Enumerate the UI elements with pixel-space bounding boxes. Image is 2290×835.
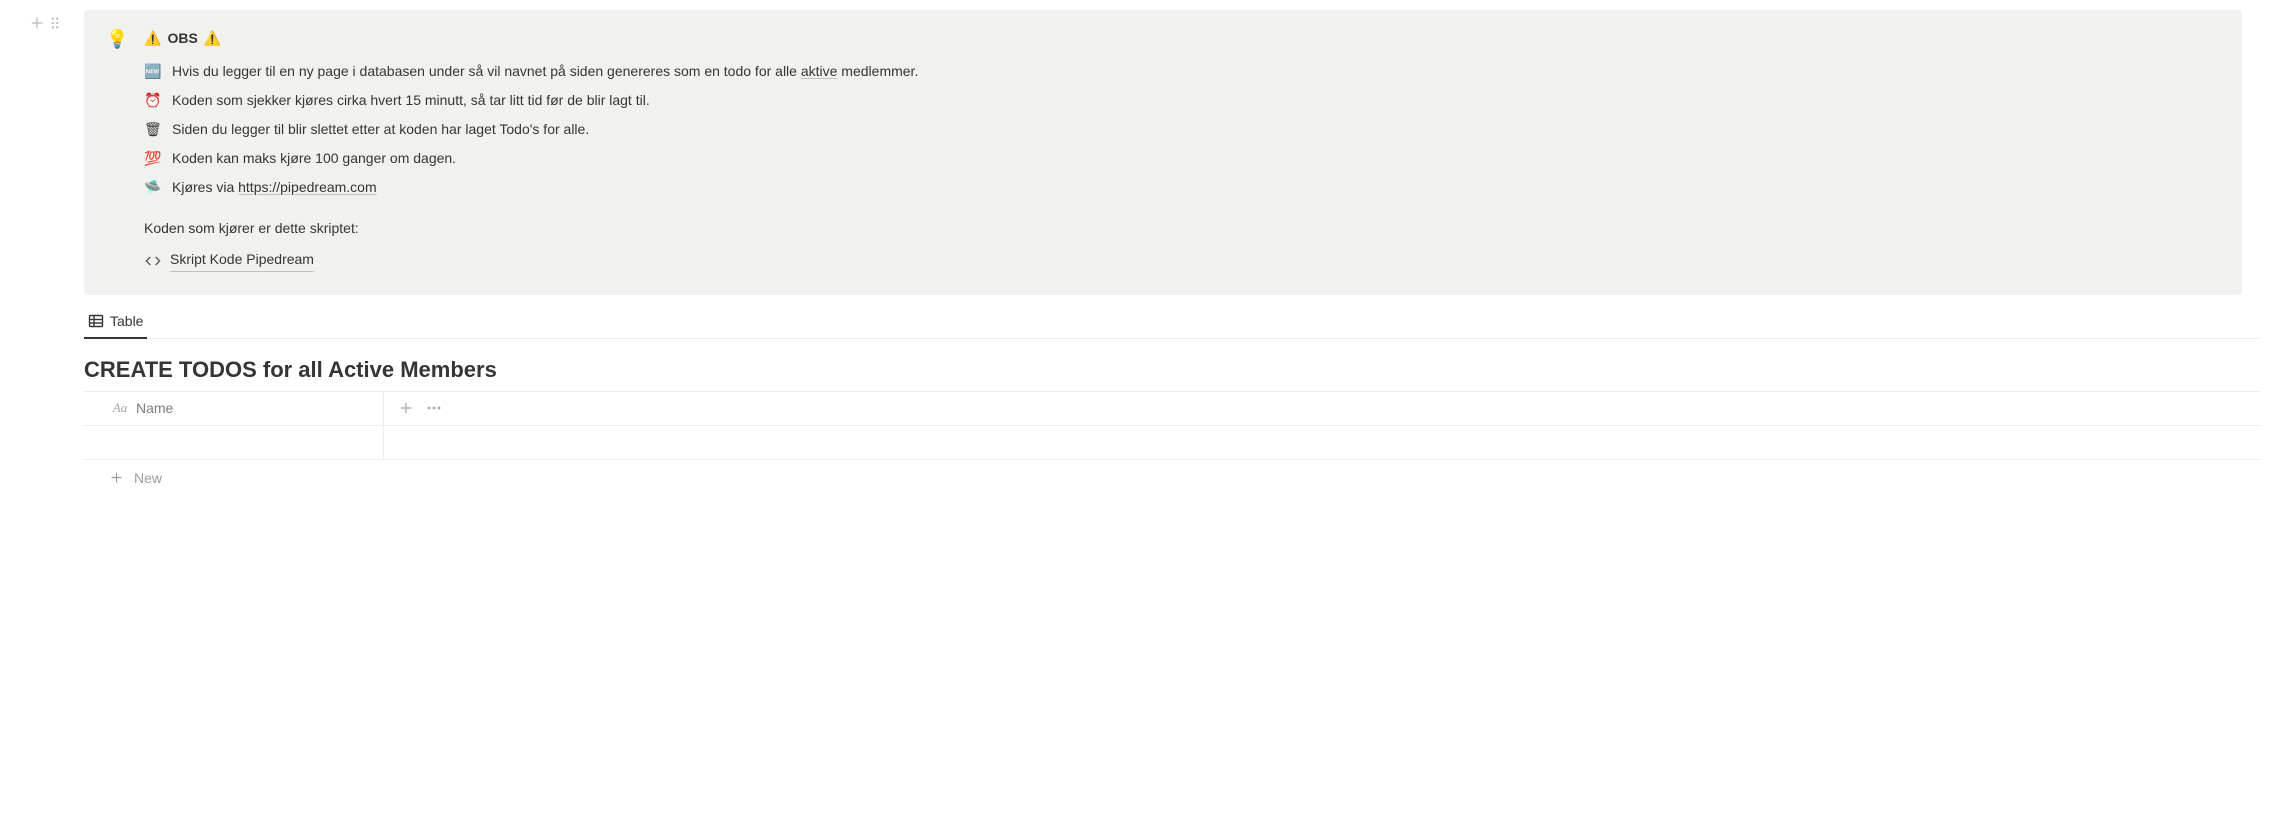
view-tabs: Table [84, 307, 2260, 339]
block-controls [28, 10, 72, 32]
callout-title-text: OBS [167, 28, 197, 49]
text-segment: Koden kan maks kjøre 100 ganger om dagen… [172, 150, 456, 166]
table-icon [88, 313, 104, 329]
warning-icon: ⚠️ [204, 28, 221, 49]
callout-subtext: Koden som kjører er dette skriptet: [144, 218, 2220, 239]
column-header-name[interactable]: Aa Name [84, 392, 384, 425]
list-item-text: Siden du legger til blir slettet etter a… [172, 119, 589, 140]
new-icon: 🆕 [144, 61, 164, 82]
list-item: ⏰ Koden som sjekker kjøres cirka hvert 1… [144, 90, 2220, 111]
add-column-icon[interactable] [398, 400, 414, 416]
view-tab-label: Table [110, 313, 143, 329]
list-item-text: Koden som sjekker kjøres cirka hvert 15 … [172, 90, 650, 111]
text-segment: Kjøres via [172, 179, 238, 195]
title-property-icon: Aa [112, 400, 128, 416]
list-item-text: Hvis du legger til en ny page i database… [172, 61, 918, 82]
new-row-button[interactable]: New [84, 460, 2260, 496]
page-root: 💡 ⚠️ OBS ⚠️ 🆕 Hvis du legger til en ny p… [0, 0, 2290, 496]
add-block-icon[interactable] [28, 14, 46, 32]
list-item: 🛸 Kjøres via https://pipedream.com [144, 177, 2220, 198]
list-item: 🗑 Siden du legger til blir slettet etter… [144, 119, 2220, 140]
ufo-icon: 🛸 [144, 177, 164, 198]
list-item-text: Koden kan maks kjøre 100 ganger om dagen… [172, 148, 456, 169]
trash-icon: 🗑 [144, 119, 164, 140]
text-segment: Koden som sjekker kjøres cirka hvert 15 … [172, 92, 650, 108]
list-item-text: Kjøres via https://pipedream.com [172, 177, 377, 198]
text-segment: Siden du legger til blir slettet etter a… [172, 121, 589, 137]
more-icon[interactable] [426, 400, 442, 416]
database-table: Aa Name New [84, 391, 2260, 496]
table-header-row: Aa Name [84, 392, 2260, 426]
list-item: 💯 Koden kan maks kjøre 100 ganger om dag… [144, 148, 2220, 169]
database-block: Table CREATE TODOS for all Active Member… [84, 307, 2260, 496]
code-icon [144, 252, 162, 270]
block-row: 💡 ⚠️ OBS ⚠️ 🆕 Hvis du legger til en ny p… [0, 10, 2290, 295]
callout-lightbulb-icon[interactable]: 💡 [106, 28, 130, 275]
pipedream-link[interactable]: https://pipedream.com [238, 179, 377, 195]
list-item: 🆕 Hvis du legger til en ny page i databa… [144, 61, 2220, 82]
table-cell-name[interactable] [84, 426, 384, 459]
column-header-label: Name [136, 400, 173, 416]
text-segment: medlemmer. [837, 63, 918, 79]
column-actions [384, 400, 442, 416]
script-page-link[interactable]: Skript Kode Pipedream [144, 249, 314, 272]
alarm-clock-icon: ⏰ [144, 90, 164, 111]
script-link-label: Skript Kode Pipedream [170, 249, 314, 272]
hundred-icon: 💯 [144, 148, 164, 169]
callout-body: ⚠️ OBS ⚠️ 🆕 Hvis du legger til en ny pag… [144, 28, 2220, 275]
database-title[interactable]: CREATE TODOS for all Active Members [84, 357, 2260, 383]
new-row-label: New [134, 470, 162, 486]
underlined-text: aktive [801, 63, 838, 79]
callout-block: 💡 ⚠️ OBS ⚠️ 🆕 Hvis du legger til en ny p… [84, 10, 2242, 295]
plus-icon [108, 470, 124, 486]
warning-icon: ⚠️ [144, 28, 161, 49]
callout-title: ⚠️ OBS ⚠️ [144, 28, 221, 49]
table-row[interactable] [84, 426, 2260, 460]
callout-list: 🆕 Hvis du legger til en ny page i databa… [144, 61, 2220, 198]
text-segment: Hvis du legger til en ny page i database… [172, 63, 801, 79]
drag-handle-icon[interactable] [46, 14, 64, 32]
view-tab-table[interactable]: Table [84, 307, 147, 339]
